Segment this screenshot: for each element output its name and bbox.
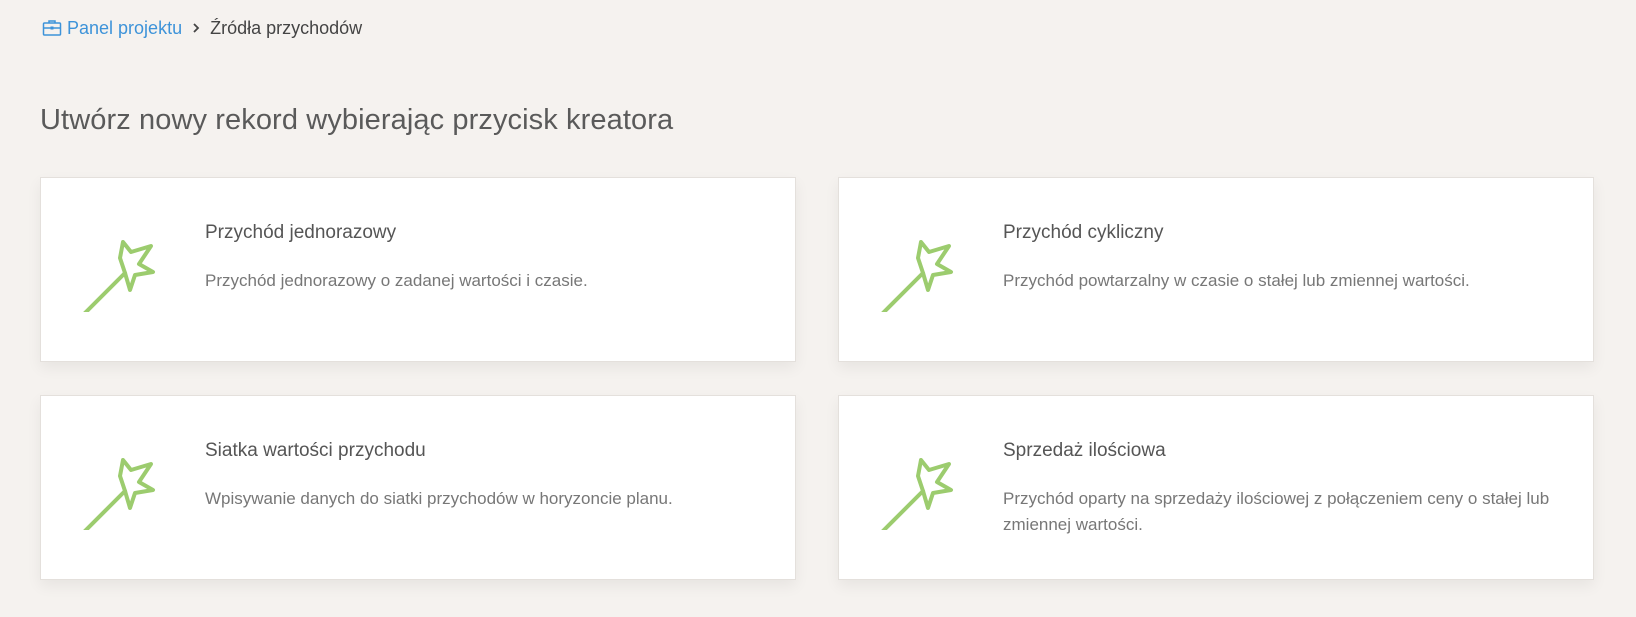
breadcrumb-current: Źródła przychodów bbox=[210, 18, 363, 38]
card-title: Przychód jednorazowy bbox=[205, 222, 397, 243]
card-title: Siatka wartości przychodu bbox=[205, 440, 426, 461]
breadcrumb-link-project-panel[interactable]: Panel projektu bbox=[67, 16, 182, 40]
card-title: Sprzedaż ilościowa bbox=[1003, 440, 1166, 461]
card-description: Przychód jednorazowy o zadanej wartości … bbox=[205, 271, 588, 290]
magic-wand-icon bbox=[877, 448, 959, 536]
wizard-card-recurring-revenue[interactable]: Przychód cykliczny Przychód powtarzalny … bbox=[838, 177, 1594, 362]
chevron-right-icon bbox=[190, 22, 202, 34]
wizard-card-one-time-revenue[interactable]: Przychód jednorazowy Przychód jednorazow… bbox=[40, 177, 796, 362]
page-title: Utwórz nowy rekord wybierając przycisk k… bbox=[40, 104, 674, 136]
wizard-card-revenue-grid[interactable]: Siatka wartości przychodu Wpisywanie dan… bbox=[40, 395, 796, 580]
card-title: Przychód cykliczny bbox=[1003, 222, 1164, 243]
card-description: Przychód oparty na sprzedaży ilościowej … bbox=[1003, 489, 1550, 534]
card-description: Wpisywanie danych do siatki przychodów w… bbox=[205, 489, 673, 508]
wizard-card-quantity-sales[interactable]: Sprzedaż ilościowa Przychód oparty na sp… bbox=[838, 395, 1594, 580]
magic-wand-icon bbox=[79, 230, 161, 318]
briefcase-icon bbox=[42, 18, 62, 38]
card-description: Przychód powtarzalny w czasie o stałej l… bbox=[1003, 271, 1470, 290]
breadcrumb: Panel projektu Źródła przychodów bbox=[42, 16, 362, 40]
magic-wand-icon bbox=[877, 230, 959, 318]
magic-wand-icon bbox=[79, 448, 161, 536]
